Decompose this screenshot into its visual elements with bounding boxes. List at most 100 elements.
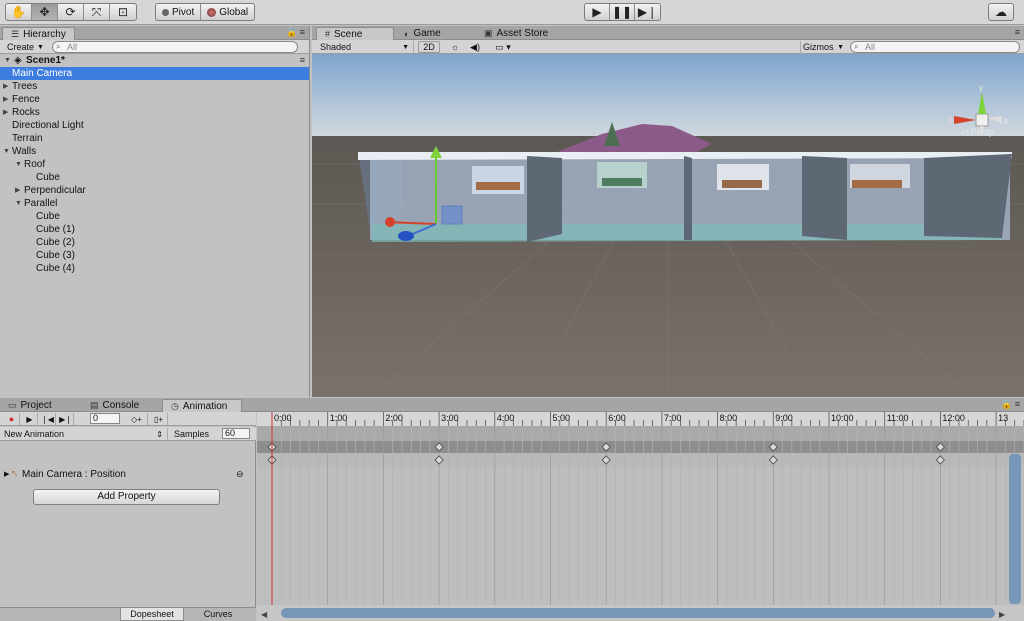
hierarchy-panel: ☰ Hierarchy 🔒 ≡ Create ▼ ⌕ All ▼ ◈ Scene… [0, 26, 310, 397]
hierarchy-item[interactable]: ▶ Perpendicular [0, 184, 309, 197]
hierarchy-item[interactable]: ▼ Roof [0, 158, 309, 171]
panel-menu-icon[interactable]: 🔒 ≡ [286, 27, 305, 38]
hierarchy-item[interactable]: Cube [0, 210, 309, 223]
time-label: 5:00 [552, 413, 571, 423]
chevron-updown-icon: ⇕ [156, 429, 163, 439]
add-keyframe-button[interactable]: ◇+ [126, 413, 148, 425]
tab-scene-label: Scene [334, 28, 363, 40]
hierarchy-item[interactable]: ▶ Trees [0, 80, 309, 93]
horizontal-scrollbar[interactable] [281, 608, 995, 618]
collapse-arrow-icon[interactable]: ▶ [3, 80, 8, 93]
pivot-button[interactable]: Pivot [156, 4, 202, 20]
gizmos-dropdown[interactable]: Gizmos ▼ [800, 41, 846, 53]
hierarchy-item[interactable]: ▼ Parallel [0, 197, 309, 210]
hand-tool-button[interactable]: ✋ [6, 4, 32, 20]
scroll-right-icon[interactable]: ▶ [999, 610, 1006, 619]
rect-tool-button[interactable]: ⊡ [110, 4, 136, 20]
tab-curves[interactable]: Curves [186, 608, 250, 621]
gizmo-x-label: x [948, 115, 952, 124]
tab-dopesheet-label: Dopesheet [130, 609, 174, 619]
hierarchy-item-label: Rocks [12, 107, 40, 118]
cloud-button[interactable]: ☁ [988, 3, 1014, 21]
bottom-panel-menu-icon[interactable]: 🔒 ≡ [1001, 399, 1020, 410]
expand-arrow-icon[interactable]: ▼ [3, 145, 10, 158]
lighting-toggle[interactable]: ☼ [446, 41, 464, 53]
tab-dopesheet[interactable]: Dopesheet [120, 608, 184, 621]
collapse-arrow-icon[interactable]: ▶ [3, 106, 8, 119]
add-event-button[interactable]: ▯+ [150, 413, 168, 425]
search-icon: ⌕ [854, 42, 859, 51]
scale-tool-button[interactable]: ⤧ [84, 4, 110, 20]
chevron-down-icon: ▼ [37, 43, 44, 51]
unity-logo-icon: ◈ [14, 55, 22, 66]
hierarchy-item[interactable]: Cube (2) [0, 236, 309, 249]
time-label: 9:00 [775, 413, 793, 423]
create-dropdown[interactable]: Create ▼ [3, 41, 48, 53]
next-keyframe-button[interactable]: ▶❘ [58, 413, 74, 425]
dopesheet-timeline[interactable]: ◀ ▶ 0:00 1:00 2:00 3:00 4:00 5:00 6:00 7:00 8:00… [257, 412, 1024, 621]
hierarchy-item[interactable]: Cube [0, 171, 309, 184]
audio-toggle[interactable]: ◀) [466, 41, 484, 53]
chevron-down-icon: ▼ [837, 43, 844, 51]
transform-tools: ✋ ✥ ⟳ ⤧ ⊡ [5, 3, 137, 21]
collapse-arrow-icon[interactable]: ▶ [15, 184, 20, 197]
scene-tabbar: # Scene ◐ Game ▣ Asset Store ≡ [312, 26, 1024, 40]
vertical-scrollbar[interactable] [1009, 454, 1021, 604]
rotate-tool-button[interactable]: ⟳ [58, 4, 84, 20]
tab-console[interactable]: ▤ Console [82, 399, 147, 412]
tab-game[interactable]: ◐ Game [396, 27, 449, 40]
hierarchy-item[interactable]: Cube (3) [0, 249, 309, 262]
hierarchy-item[interactable]: ▶ Rocks [0, 106, 309, 119]
pause-button[interactable]: ❚❚ [610, 4, 635, 20]
property-row[interactable]: ▶ ⤣ Main Camera : Position ⊖ [0, 467, 256, 482]
2d-toggle[interactable]: 2D [418, 41, 440, 53]
samples-input[interactable]: 60 [222, 428, 250, 439]
add-property-label: Add Property [97, 491, 156, 502]
hierarchy-item[interactable]: ▶ Fence [0, 93, 309, 106]
clip-keyframe-row [257, 441, 1024, 453]
collapse-arrow-icon[interactable]: ▶ [3, 93, 8, 106]
gizmos-label: Gizmos [803, 42, 834, 52]
hierarchy-item[interactable]: Terrain [0, 132, 309, 145]
tab-hierarchy[interactable]: ☰ Hierarchy [2, 27, 75, 40]
shading-dropdown[interactable]: Shaded ▼ [316, 41, 414, 53]
hierarchy-item[interactable]: Main Camera [0, 67, 309, 80]
property-label: Main Camera : Position [22, 469, 126, 480]
record-button[interactable]: ● [4, 413, 20, 425]
hierarchy-item[interactable]: Cube (1) [0, 223, 309, 236]
tab-scene[interactable]: # Scene [316, 27, 394, 40]
play-icon: ▶ [592, 5, 602, 19]
expand-arrow-icon[interactable]: ▼ [15, 197, 22, 210]
frame-input[interactable]: 0 [90, 413, 120, 424]
grid-icon: # [325, 29, 331, 39]
expand-arrow-icon: ▼ [4, 57, 11, 64]
hierarchy-item[interactable]: Directional Light [0, 119, 309, 132]
scene-panel-menu-icon[interactable]: ≡ [1015, 27, 1020, 37]
time-label: 4:00 [496, 413, 515, 423]
global-button[interactable]: Global [201, 4, 254, 20]
preview-play-button[interactable]: ▶ [22, 413, 38, 425]
scene-menu-icon[interactable]: ≡ [300, 54, 305, 67]
hierarchy-item[interactable]: ▼ Walls [0, 145, 309, 158]
hierarchy-item-label: Cube (3) [36, 250, 75, 261]
move-tool-button[interactable]: ✥ [32, 4, 58, 20]
scene-search-input[interactable]: ⌕ All [850, 41, 1020, 53]
clip-dropdown[interactable]: New Animation ⇕ [4, 428, 168, 440]
property-options-icon[interactable]: ⊖ [236, 467, 244, 482]
expand-arrow-icon[interactable]: ▼ [15, 158, 22, 171]
add-property-button[interactable]: Add Property [33, 489, 220, 505]
step-button[interactable]: ▶❘ [635, 4, 660, 20]
tab-animation[interactable]: ◷ Animation [162, 399, 242, 412]
tab-project[interactable]: ▭ Project [0, 399, 60, 412]
hierarchy-search-input[interactable]: ⌕ All [52, 41, 298, 53]
tab-game-label: Game [413, 28, 441, 39]
camera-projection-label[interactable]: ◁ Persp [961, 127, 994, 138]
scene-viewport[interactable]: y x z ◁ Persp [312, 54, 1024, 397]
scroll-left-icon[interactable]: ◀ [261, 610, 268, 619]
tab-asset-store[interactable]: ▣ Asset Store [476, 27, 556, 40]
scene-root-row[interactable]: ▼ ◈ Scene1* ≡ [0, 54, 309, 67]
hierarchy-item[interactable]: Cube (4) [0, 262, 309, 275]
previous-keyframe-button[interactable]: ❘◀ [40, 413, 56, 425]
effects-dropdown[interactable]: ▭ ▾ [488, 41, 518, 53]
play-button[interactable]: ▶ [585, 4, 610, 20]
